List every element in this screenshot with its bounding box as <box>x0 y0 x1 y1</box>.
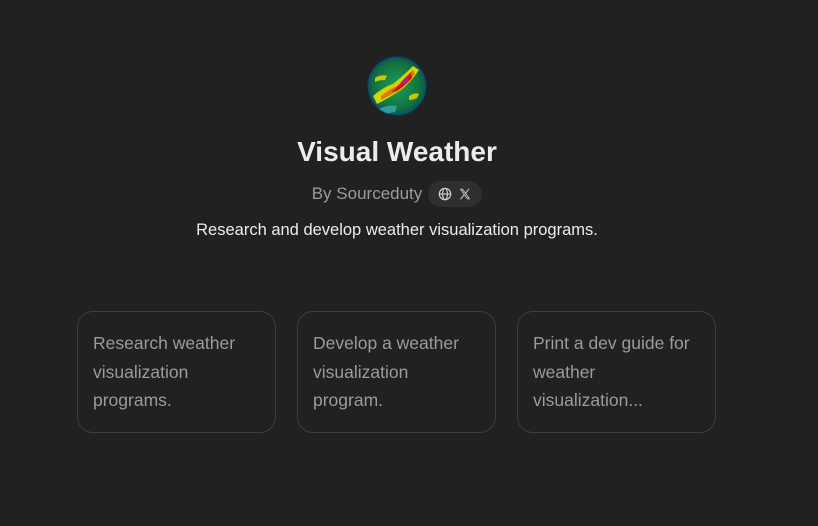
starter-label: Print a dev guide for weather visualizat… <box>533 333 690 410</box>
gpt-avatar <box>367 56 427 116</box>
gpt-intro-page: Visual Weather By Sourceduty Research an… <box>0 0 818 526</box>
starter-card[interactable]: Print a dev guide for weather visualizat… <box>517 311 716 433</box>
starter-card[interactable]: Research weather visualization programs. <box>77 311 276 433</box>
conversation-starters: Research weather visualization programs.… <box>77 311 716 433</box>
gpt-title: Visual Weather <box>297 136 497 167</box>
globe-icon[interactable] <box>438 187 452 201</box>
starter-label: Research weather visualization programs. <box>93 333 236 410</box>
x-icon[interactable] <box>458 187 472 201</box>
starter-label: Develop a weather visualization program. <box>313 333 459 410</box>
author-name: By Sourceduty <box>311 184 423 203</box>
starter-card[interactable]: Develop a weather visualization program. <box>297 311 496 433</box>
weather-radar-map-icon <box>367 56 427 116</box>
social-links <box>428 181 483 207</box>
gpt-description: Research and develop weather visualizati… <box>196 221 598 239</box>
byline: By Sourceduty <box>0 180 794 208</box>
